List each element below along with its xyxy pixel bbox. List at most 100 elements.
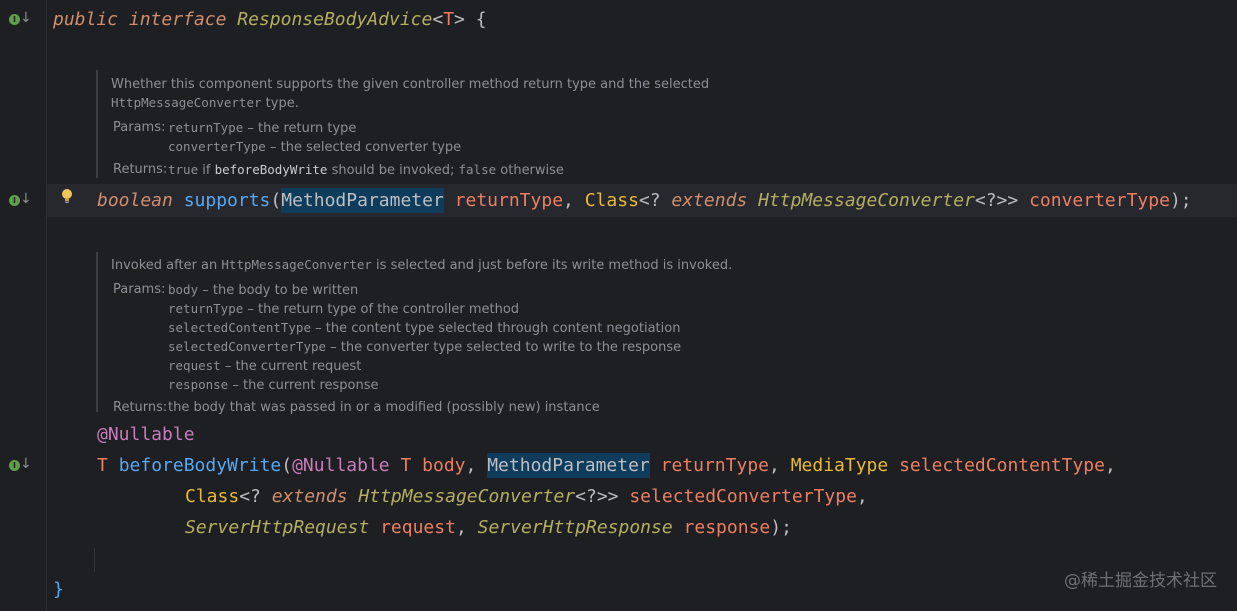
type-methodparameter[interactable]: MethodParameter	[487, 453, 650, 478]
type-param-T[interactable]: T	[443, 9, 454, 30]
type-methodparameter[interactable]: MethodParameter	[281, 188, 444, 213]
down-arrow-icon: ↓	[20, 456, 32, 472]
doc-text: is selected and just before its write me…	[371, 258, 733, 273]
param-returnType[interactable]: returnType	[661, 455, 769, 476]
doc-returns: Returns: true if beforeBodyWrite should …	[111, 161, 811, 180]
doc-params: Params: body – the body to be written re…	[111, 281, 811, 395]
param-desc: – the current response	[228, 378, 379, 393]
interface-declaration[interactable]: public interface ResponseBodyAdvice<T> {	[53, 9, 487, 31]
supports-method-declaration[interactable]: boolean supports(MethodParameter returnT…	[97, 188, 1192, 213]
param-response[interactable]: response	[684, 517, 771, 538]
statement-end: );	[770, 517, 792, 538]
lightbulb-icon[interactable]	[60, 188, 74, 204]
paren-open: (	[270, 190, 282, 211]
returns-desc: the body that was passed in or a modifie…	[168, 400, 600, 415]
type-mediatype[interactable]: MediaType	[791, 455, 889, 476]
javadoc-supports: Whether this component supports the give…	[111, 76, 811, 180]
keyword-interface: interface	[128, 9, 227, 30]
wildcard: <?	[638, 190, 672, 211]
comma: ,	[856, 486, 868, 507]
implemented-by-icon[interactable]: I ↓	[9, 456, 32, 472]
javadoc-beforebodywrite: Invoked after an HttpMessageConverter is…	[111, 256, 811, 417]
doc-param: body – the body to be written	[168, 281, 811, 300]
doc-bar	[96, 252, 98, 412]
keyword-boolean: boolean	[97, 190, 173, 211]
editor-gutter	[0, 0, 46, 611]
open-brace: {	[464, 9, 487, 30]
implementation-marker-icon: I	[9, 14, 20, 25]
doc-param: returnType – the return type	[168, 119, 811, 138]
comma: ,	[769, 455, 791, 476]
method-name-supports[interactable]: supports	[184, 190, 271, 211]
param-name: selectedContentType	[168, 320, 311, 335]
generic-close: >	[454, 9, 465, 30]
keyword-extends: extends	[271, 486, 348, 507]
doc-param: returnType – the return type of the cont…	[168, 300, 811, 319]
param-name: returnType	[168, 120, 244, 135]
param-converterType[interactable]: converterType	[1029, 190, 1170, 211]
doc-code-ref: HttpMessageConverter	[221, 257, 372, 272]
param-name: converterType	[168, 139, 266, 154]
doc-link-method[interactable]: beforeBodyWrite	[215, 162, 328, 177]
implementation-marker-icon: I	[9, 195, 20, 206]
doc-code-ref: HttpMessageConverter	[111, 95, 262, 110]
param-desc: – the converter type selected to write t…	[326, 340, 682, 355]
comma: ,	[563, 190, 585, 211]
returns-label: Returns:	[113, 162, 168, 177]
type-serverhttpresponse[interactable]: ServerHttpResponse	[478, 517, 673, 538]
doc-text: type.	[261, 96, 299, 111]
doc-description: Whether this component supports the give…	[111, 77, 710, 92]
type-class[interactable]: Class	[185, 486, 239, 507]
param-line-request-response[interactable]: ServerHttpRequest request, ServerHttpRes…	[185, 517, 792, 539]
doc-bar	[96, 70, 98, 178]
doc-param: converterType – the selected converter t…	[168, 138, 811, 157]
type-T[interactable]: T	[400, 455, 411, 476]
type-httpmessageconverter[interactable]: HttpMessageConverter	[758, 190, 975, 211]
param-name: selectedConverterType	[168, 339, 327, 354]
param-selectedConverterType[interactable]: selectedConverterType	[629, 486, 857, 507]
keyword-extends: extends	[671, 190, 748, 211]
param-request[interactable]: request	[380, 517, 456, 538]
param-body[interactable]: body	[422, 455, 465, 476]
generic-open: <	[432, 9, 444, 30]
closing-brace: }	[53, 579, 64, 600]
doc-param: response – the current response	[168, 376, 811, 395]
doc-params: Params: returnType – the return type con…	[111, 119, 811, 157]
annotation-nullable-param[interactable]: @Nullable	[292, 455, 390, 476]
doc-code-true: true	[168, 162, 199, 177]
type-httpmessageconverter[interactable]: HttpMessageConverter	[358, 486, 575, 507]
wildcard: <?	[239, 486, 272, 507]
param-desc: – the selected converter type	[265, 140, 462, 155]
keyword-public: public	[53, 9, 119, 30]
implemented-by-icon[interactable]: I ↓	[9, 10, 32, 26]
method-name-beforeBodyWrite[interactable]: beforeBodyWrite	[119, 455, 282, 476]
param-desc: – the content type selected through cont…	[311, 321, 681, 336]
nullable-annotation[interactable]: @Nullable	[97, 424, 195, 446]
paren-open: (	[281, 455, 293, 476]
comma: ,	[455, 517, 478, 538]
doc-text: if	[198, 163, 215, 178]
returns-label: Returns:	[113, 400, 168, 415]
return-type-T[interactable]: T	[97, 455, 108, 476]
statement-end: );	[1169, 190, 1192, 211]
params-label: Params:	[113, 282, 166, 297]
param-line-converter[interactable]: Class<? extends HttpMessageConverter<?>>…	[185, 486, 868, 508]
annotation-nullable[interactable]: @Nullable	[97, 424, 195, 445]
param-desc: – the return type	[243, 121, 357, 136]
interface-name[interactable]: ResponseBodyAdvice	[237, 9, 432, 30]
type-serverhttprequest[interactable]: ServerHttpRequest	[185, 517, 369, 538]
type-class[interactable]: Class	[585, 190, 639, 211]
wildcard-close: <?>>	[974, 190, 1030, 211]
doc-param: request – the current request	[168, 357, 811, 376]
watermark: @稀土掘金技术社区	[1064, 571, 1217, 591]
implemented-by-icon[interactable]: I ↓	[9, 191, 32, 207]
implementation-marker-icon: I	[9, 460, 20, 471]
param-selectedContentType[interactable]: selectedContentType	[899, 455, 1105, 476]
doc-returns: Returns: the body that was passed in or …	[111, 399, 811, 417]
beforebodywrite-declaration[interactable]: T beforeBodyWrite(@Nullable T body, Meth…	[97, 453, 1116, 478]
param-returnType[interactable]: returnType	[455, 190, 563, 211]
param-desc: – the return type of the controller meth…	[243, 302, 520, 317]
param-desc: – the current request	[220, 359, 362, 374]
param-name: returnType	[168, 301, 244, 316]
doc-param: selectedContentType – the content type s…	[168, 319, 811, 338]
